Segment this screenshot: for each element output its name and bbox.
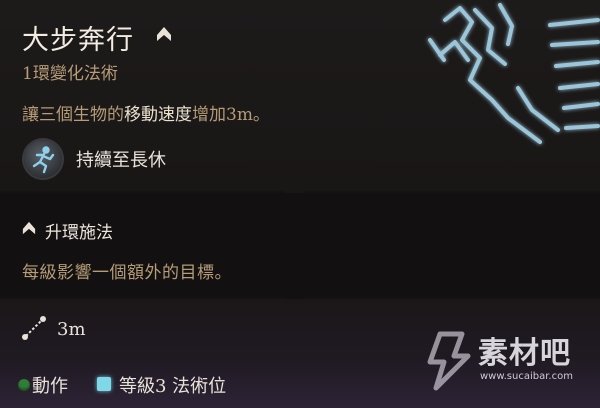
- action-resource-icon: [18, 379, 30, 391]
- action-cost-label: 動作: [32, 376, 68, 397]
- upcast-chevron-icon: [22, 221, 36, 235]
- spell-slot-cost-label: 等級3 法術位: [119, 376, 227, 397]
- upcast-title: 升環施法: [45, 223, 113, 243]
- duration-label: 持續至長休: [76, 150, 166, 171]
- description-suffix: 增加3m。: [192, 105, 270, 125]
- spell-slot-icon: [97, 377, 111, 391]
- upcast-chevron-icon: [157, 27, 171, 41]
- description-prefix: 讓三個生物的: [22, 105, 124, 125]
- upcast-description: 每級影響一個額外的目標。: [22, 263, 232, 283]
- running-figure-icon: [24, 140, 62, 178]
- spell-tooltip: 大步奔行 1環變化法術 讓三個生物的移動速度增加3m。 持續至長休 升環施法 每…: [0, 0, 600, 408]
- watermark-text: 素材吧: [478, 336, 571, 371]
- spell-name: 大步奔行: [22, 25, 134, 56]
- lightning-stride-art: [428, 3, 600, 144]
- movement-speed-keyword[interactable]: 移動速度: [124, 105, 192, 125]
- watermark-url: www.sucaibar.com: [480, 371, 573, 382]
- spell-school: 1環變化法術: [22, 64, 118, 84]
- spell-description: 讓三個生物的移動速度增加3m。: [22, 100, 270, 125]
- range-value: 3m: [57, 319, 86, 340]
- range-line-icon: [22, 316, 46, 340]
